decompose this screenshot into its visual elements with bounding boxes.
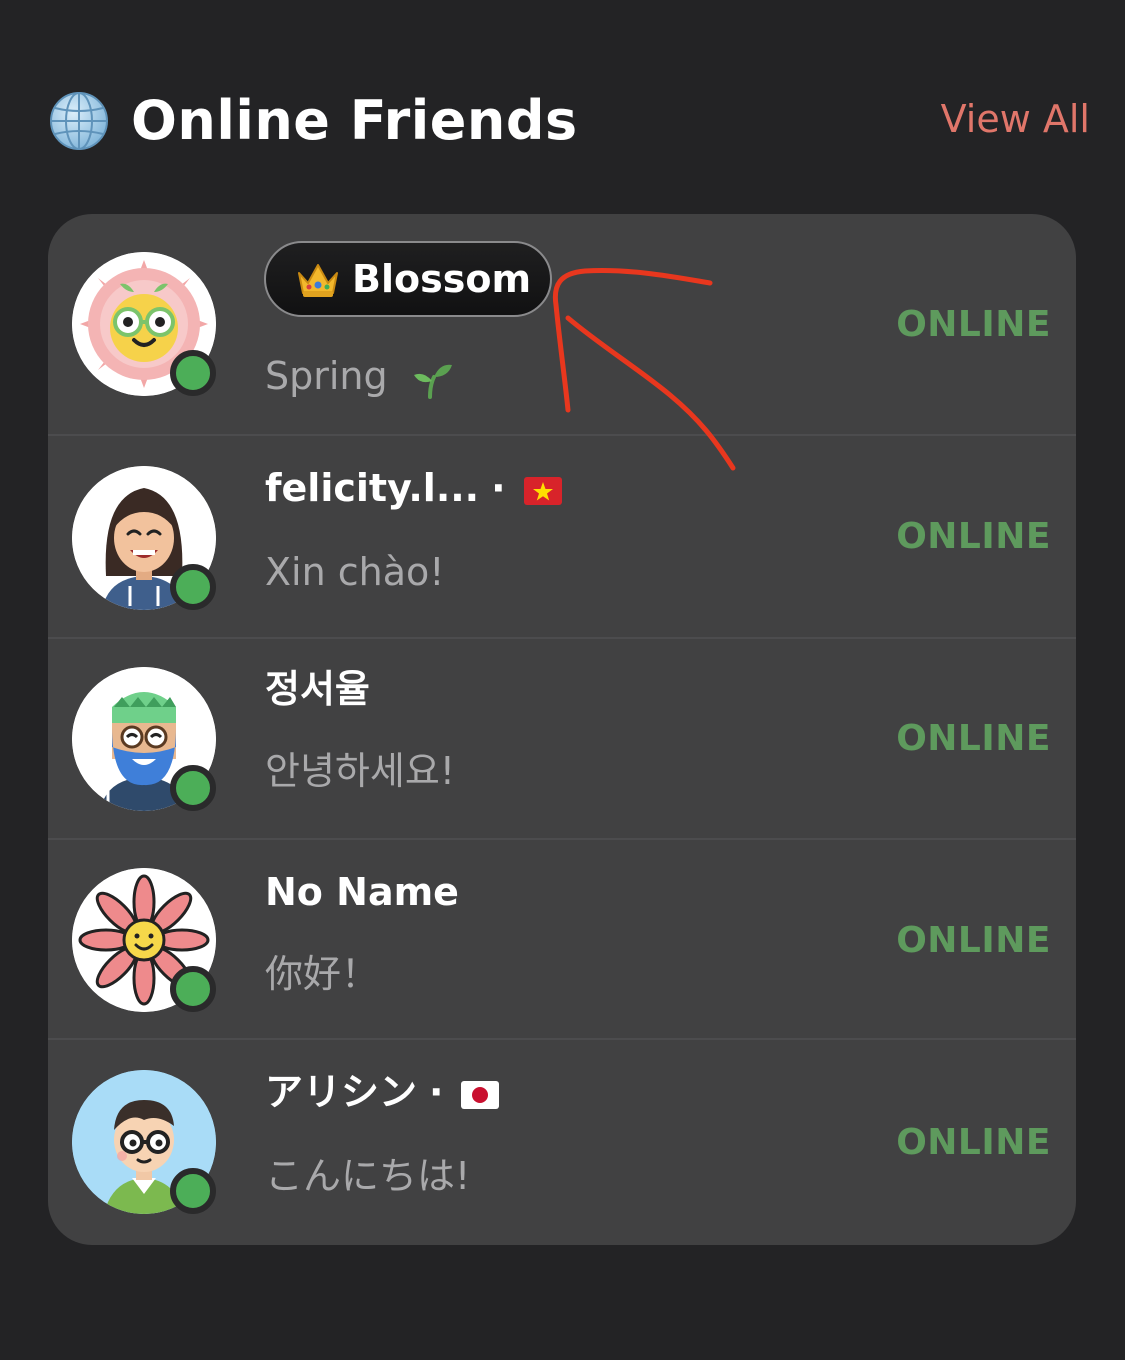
friend-name: アリシン [265,1070,418,1114]
friend-name: 정서율 [265,667,370,711]
friend-row[interactable]: No Name 你好！ ONLINE [48,840,1076,1040]
friend-row[interactable]: felicity.l... · Xin chào! ONLINE [48,436,1076,639]
online-status-dot [170,765,216,811]
friend-row[interactable]: 정서율 안녕하세요! ONLINE [48,639,1076,840]
seedling-icon [413,364,452,399]
online-status-label: ONLINE [896,718,1051,759]
avatar-container [72,1070,218,1216]
online-status-label: ONLINE [896,304,1051,345]
online-status-dot [170,350,216,396]
name-separator: · [429,1070,444,1114]
friend-status-message: Spring [265,352,454,400]
view-all-link[interactable]: View All [941,94,1090,144]
name-separator: · [491,466,506,510]
japan-flag-icon [461,1080,500,1109]
friend-status-message: こんにちは! [265,1154,471,1198]
premium-name-badge[interactable]: Blossom [264,241,552,317]
avatar-container [72,252,218,398]
vietnam-flag-icon [523,476,562,505]
friend-name: felicity.l... [265,466,480,510]
online-status-dot [170,966,216,1012]
crown-icon [298,264,338,297]
friend-name-line: アリシン · [265,1068,500,1116]
friend-name: No Name [265,870,459,914]
friend-status-message: 你好！ [265,952,380,996]
page-title: Online Friends [131,89,578,152]
friend-name: Blossom [352,257,532,301]
online-status-label: ONLINE [896,1122,1051,1163]
friend-row[interactable]: Blossom Spring ONLINE [48,214,1076,436]
avatar-container [72,667,218,813]
friends-list-card: Blossom Spring ONLINE felicity.l... · Xi… [48,214,1076,1245]
online-status-label: ONLINE [896,516,1051,557]
avatar-container [72,466,218,612]
online-status-label: ONLINE [896,920,1051,961]
avatar-container [72,868,218,1014]
friend-status-message: 안녕하세요! [265,749,456,793]
status-message-text: Spring [265,354,388,398]
globe-icon [50,92,108,150]
online-friends-screen: Online Friends View All Blossom Spring O… [0,0,1125,1360]
friend-row[interactable]: アリシン · こんにちは! ONLINE [48,1040,1076,1245]
section-header: Online Friends View All [48,82,1090,160]
online-status-dot [170,564,216,610]
online-status-dot [170,1168,216,1214]
friend-name-line: felicity.l... · [265,464,562,512]
friend-status-message: Xin chào! [265,550,445,594]
